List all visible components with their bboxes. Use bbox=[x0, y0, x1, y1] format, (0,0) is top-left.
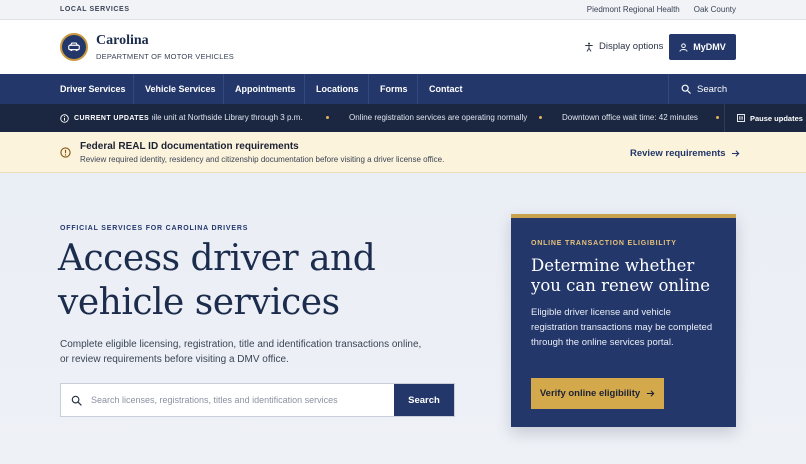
nav-item-vehicle-services[interactable]: Vehicle Services bbox=[145, 74, 216, 104]
service-search-form: Search bbox=[60, 383, 455, 417]
main-nav: Driver Services Vehicle Services Appoint… bbox=[0, 74, 806, 104]
real-id-alert: Federal REAL ID documentation requiremen… bbox=[0, 132, 806, 173]
hero-section: OFFICIAL SERVICES FOR CAROLINA DRIVERS A… bbox=[0, 173, 806, 464]
update-separator-dot bbox=[716, 116, 719, 119]
updates-label-text: CURRENT UPDATES bbox=[74, 114, 150, 122]
user-icon bbox=[679, 42, 688, 52]
brand-subtitle: DEPARTMENT OF MOTOR VEHICLES bbox=[96, 52, 234, 61]
nav-item-forms[interactable]: Forms bbox=[380, 74, 408, 104]
nav-search-label: Search bbox=[697, 83, 728, 95]
update-message: Mobile unit at Northside Library through… bbox=[152, 113, 303, 122]
hero-title: Access driver and vehicle services bbox=[58, 237, 478, 325]
nav-item-locations[interactable]: Locations bbox=[316, 74, 359, 104]
hero-title-line2: vehicle services bbox=[58, 282, 340, 323]
nav-divider bbox=[223, 74, 224, 104]
alert-title: Federal REAL ID documentation requiremen… bbox=[80, 141, 299, 152]
display-options-label: Display options bbox=[599, 41, 664, 52]
display-options-button[interactable]: Display options bbox=[584, 41, 663, 52]
updates-track: Mobile unit at Northside Library through… bbox=[152, 104, 724, 132]
updates-label: CURRENT UPDATES bbox=[0, 104, 150, 132]
update-separator-dot bbox=[326, 116, 329, 119]
utility-label: LOCAL SERVICES bbox=[60, 6, 130, 13]
car-icon bbox=[68, 42, 80, 52]
warning-icon bbox=[60, 147, 71, 158]
dmv-seal-logo[interactable] bbox=[60, 33, 88, 61]
nav-divider bbox=[368, 74, 369, 104]
pause-updates-label: Pause updates bbox=[750, 113, 803, 123]
arrow-right-icon bbox=[731, 150, 739, 157]
search-icon bbox=[71, 395, 82, 406]
info-icon bbox=[60, 113, 69, 123]
accessibility-icon bbox=[585, 42, 593, 52]
mydmv-button[interactable]: MyDMV bbox=[669, 34, 736, 60]
service-search-input[interactable] bbox=[91, 384, 394, 416]
arrow-right-icon bbox=[647, 390, 655, 397]
nav-divider bbox=[133, 74, 134, 104]
hero-description: Complete eligible licensing, registratio… bbox=[60, 339, 422, 365]
utility-link-health[interactable]: Piedmont Regional Health bbox=[587, 5, 680, 14]
updates-ticker: CURRENT UPDATES Mobile unit at Northside… bbox=[0, 104, 806, 132]
site-header: Carolina DEPARTMENT OF MOTOR VEHICLES Di… bbox=[0, 20, 806, 74]
nav-divider bbox=[417, 74, 418, 104]
search-field-icon-wrap bbox=[61, 384, 91, 416]
search-icon bbox=[681, 84, 691, 94]
nav-item-contact[interactable]: Contact bbox=[429, 74, 463, 104]
utility-bar: LOCAL SERVICES Piedmont Regional Health … bbox=[0, 0, 806, 20]
mydmv-label: MyDMV bbox=[693, 42, 726, 52]
card-text: Eligible driver license and vehicle regi… bbox=[531, 307, 713, 348]
nav-item-driver-services[interactable]: Driver Services bbox=[60, 74, 126, 104]
nav-item-appointments[interactable]: Appointments bbox=[235, 74, 296, 104]
card-title: Determine whether you can renew online bbox=[531, 256, 710, 295]
utility-links: Piedmont Regional Health Oak County bbox=[587, 5, 736, 14]
utility-link-county[interactable]: Oak County bbox=[694, 5, 736, 14]
hero-title-line1: Access driver and bbox=[58, 238, 376, 279]
review-requirements-label: Review requirements bbox=[630, 148, 726, 159]
update-message: Downtown office wait time: 42 minutes bbox=[562, 113, 698, 122]
nav-search-button[interactable]: Search bbox=[668, 74, 806, 104]
pause-icon bbox=[737, 114, 745, 122]
brand-name[interactable]: Carolina bbox=[96, 33, 149, 49]
update-separator-dot bbox=[539, 116, 542, 119]
alert-text: Review required identity, residency and … bbox=[80, 155, 445, 164]
eligibility-card: ONLINE TRANSACTION ELIGIBILITY Determine… bbox=[511, 214, 736, 427]
verify-eligibility-button[interactable]: Verify online eligibility bbox=[531, 378, 664, 409]
review-requirements-link[interactable]: Review requirements bbox=[630, 148, 740, 159]
hero-eyebrow: OFFICIAL SERVICES FOR CAROLINA DRIVERS bbox=[60, 225, 249, 232]
verify-eligibility-label: Verify online eligibility bbox=[539, 388, 641, 399]
update-message: Online registration services are operati… bbox=[349, 113, 528, 122]
pause-updates-button[interactable]: Pause updates bbox=[724, 104, 806, 132]
service-search-button[interactable]: Search bbox=[394, 384, 454, 416]
card-eyebrow: ONLINE TRANSACTION ELIGIBILITY bbox=[531, 240, 677, 247]
nav-divider bbox=[304, 74, 305, 104]
